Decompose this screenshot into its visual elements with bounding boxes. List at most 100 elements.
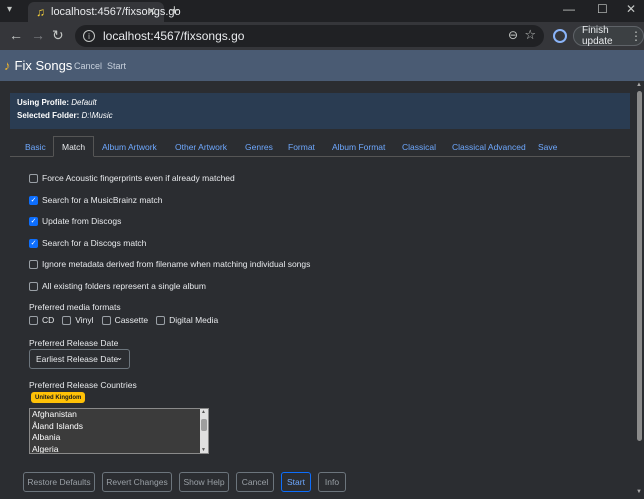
settings-tabs: Basic Match Album Artwork Other Artwork …	[10, 136, 630, 157]
discogs-match-checkbox[interactable]: ✓	[29, 238, 38, 248]
app-navbar: ♪ Fix Songs Cancel Start	[0, 50, 644, 81]
reload-icon[interactable]: ↻	[52, 27, 64, 44]
listbox-scroll-up-icon[interactable]: ▲	[201, 409, 206, 415]
media-digital[interactable]: Digital Media	[156, 315, 218, 325]
scroll-down-icon[interactable]: ▼	[636, 489, 642, 495]
minimize-icon[interactable]: —	[563, 2, 575, 16]
selected-country-badge[interactable]: United Kingdom	[31, 392, 86, 403]
tab-classical-advanced[interactable]: Classical Advanced	[452, 136, 526, 157]
listbox-scrollbar-thumb[interactable]	[201, 419, 207, 431]
address-bar[interactable]: i localhost:4567/fixsongs.go ⊖ ☆	[75, 25, 544, 47]
cassette-checkbox[interactable]	[101, 315, 111, 325]
listbox-scroll-down-icon[interactable]: ▼	[201, 447, 206, 453]
ignore-filename-checkbox[interactable]	[29, 259, 38, 269]
restore-defaults-button[interactable]: Restore Defaults	[23, 472, 95, 492]
tab-save[interactable]: Save	[538, 136, 557, 157]
browser-menu-icon[interactable]: ⋮	[630, 29, 642, 43]
tab-album-artwork[interactable]: Album Artwork	[102, 136, 157, 157]
address-url[interactable]: localhost:4567/fixsongs.go	[103, 29, 244, 43]
scroll-up-icon[interactable]: ▲	[636, 82, 642, 88]
media-formats-label: Preferred media formats	[29, 302, 121, 312]
musicbrainz-match-label: Search for a MusicBrainz match	[42, 195, 163, 205]
force-acoustic-checkbox[interactable]	[29, 173, 38, 183]
tab-classical[interactable]: Classical	[402, 136, 436, 157]
close-tab-icon[interactable]: ✕	[147, 5, 156, 18]
force-acoustic-label: Force Acoustic fingerprints even if alre…	[42, 173, 235, 183]
release-countries-label: Preferred Release Countries	[29, 380, 137, 390]
option-musicbrainz-match[interactable]: ✓ Search for a MusicBrainz match	[29, 195, 162, 205]
tab-search-icon[interactable]: ▾	[7, 4, 12, 15]
tab-format[interactable]: Format	[288, 136, 315, 157]
tab-genres[interactable]: Genres	[245, 136, 273, 157]
brand-title: Fix Songs	[14, 58, 73, 73]
bookmark-star-icon[interactable]: ☆	[524, 27, 536, 43]
cd-label: CD	[42, 315, 55, 325]
single-album-label: All existing folders represent a single …	[42, 281, 206, 291]
media-cd[interactable]: CD	[29, 315, 54, 325]
start-button[interactable]: Start	[281, 472, 311, 492]
option-discogs-match[interactable]: ✓ Search for a Discogs match	[29, 238, 146, 248]
app-brand[interactable]: ♪ Fix Songs	[4, 58, 72, 73]
option-ignore-filename-metadata[interactable]: Ignore metadata derived from filename wh…	[29, 259, 310, 269]
new-tab-icon[interactable]: +	[170, 2, 179, 19]
nav-cancel-link[interactable]: Cancel	[74, 61, 102, 71]
country-option[interactable]: Afghanistan	[30, 409, 208, 421]
single-album-checkbox[interactable]	[29, 281, 38, 291]
ignore-filename-label: Ignore metadata derived from filename wh…	[42, 259, 311, 269]
back-icon[interactable]: ←	[9, 27, 23, 43]
release-date-label: Preferred Release Date	[29, 338, 119, 348]
discogs-match-label: Search for a Discogs match	[42, 238, 147, 248]
musicbrainz-match-checkbox[interactable]: ✓	[29, 195, 38, 205]
music-note-icon: ♫	[36, 5, 45, 19]
tab-match[interactable]: Match	[53, 136, 95, 157]
browser-tab[interactable]: ♫ localhost:4567/fixsongs.go ✕	[28, 2, 181, 22]
profile-avatar-icon[interactable]	[553, 29, 567, 43]
option-single-album[interactable]: All existing folders represent a single …	[29, 281, 206, 291]
forward-icon[interactable]: →	[31, 27, 45, 43]
digital-media-checkbox[interactable]	[156, 315, 166, 325]
release-countries-listbox[interactable]: Afghanistan Åland Islands Albania Algeri…	[29, 408, 209, 454]
release-date-select[interactable]: Earliest Release Date ⌄	[29, 349, 130, 369]
browser-tab-title: localhost:4567/fixsongs.go	[51, 6, 181, 18]
revert-changes-button[interactable]: Revert Changes	[102, 472, 172, 492]
folder-label: Selected Folder:	[17, 111, 80, 120]
browser-tab-strip: ▾ ♫ localhost:4567/fixsongs.go ✕ + — ☐ ✕	[0, 0, 644, 22]
profile-label: Using Profile:	[17, 98, 70, 107]
vinyl-checkbox[interactable]	[62, 315, 72, 325]
music-logo-icon: ♪	[4, 58, 11, 73]
vinyl-label: Vinyl	[75, 315, 94, 325]
country-option[interactable]: Algeria	[30, 444, 208, 454]
update-discogs-checkbox[interactable]: ✓	[29, 216, 38, 226]
nav-start-link[interactable]: Start	[107, 61, 126, 71]
option-update-discogs[interactable]: ✓ Update from Discogs	[29, 216, 121, 226]
zoom-icon[interactable]: ⊖	[508, 28, 518, 42]
profile-info-panel: Using Profile: Default Selected Folder: …	[10, 93, 630, 129]
site-info-icon[interactable]: i	[83, 30, 95, 42]
window-close-icon[interactable]: ✕	[626, 2, 636, 16]
cd-checkbox[interactable]	[29, 315, 38, 325]
option-force-acoustic[interactable]: Force Acoustic fingerprints even if alre…	[29, 173, 235, 183]
media-formats-group: CD Vinyl Cassette Digital Media	[29, 315, 226, 325]
profile-value: Default	[71, 98, 97, 107]
country-option[interactable]: Åland Islands	[30, 421, 208, 433]
media-cassette[interactable]: Cassette	[101, 315, 149, 325]
listbox-scrollbar[interactable]: ▲ ▼	[200, 409, 208, 453]
media-vinyl[interactable]: Vinyl	[62, 315, 94, 325]
browser-toolbar: ← → ↻ i localhost:4567/fixsongs.go ⊖ ☆ F…	[0, 22, 644, 50]
info-button[interactable]: Info	[318, 472, 346, 492]
folder-value: D:\Music	[81, 111, 113, 120]
scrollbar-thumb[interactable]	[637, 91, 642, 441]
chevron-down-icon: ⌄	[116, 353, 123, 362]
show-help-button[interactable]: Show Help	[179, 472, 229, 492]
tab-other-artwork[interactable]: Other Artwork	[175, 136, 227, 157]
tab-album-format[interactable]: Album Format	[332, 136, 385, 157]
maximize-icon[interactable]: ☐	[597, 2, 608, 16]
cancel-button[interactable]: Cancel	[236, 472, 274, 492]
profile-line: Using Profile: Default	[17, 98, 97, 107]
update-discogs-label: Update from Discogs	[42, 216, 122, 226]
digital-media-label: Digital Media	[169, 315, 219, 325]
country-option[interactable]: Albania	[30, 432, 208, 444]
page-scrollbar[interactable]: ▲ ▼	[635, 81, 644, 499]
cassette-label: Cassette	[114, 315, 149, 325]
tab-basic[interactable]: Basic	[25, 136, 46, 157]
